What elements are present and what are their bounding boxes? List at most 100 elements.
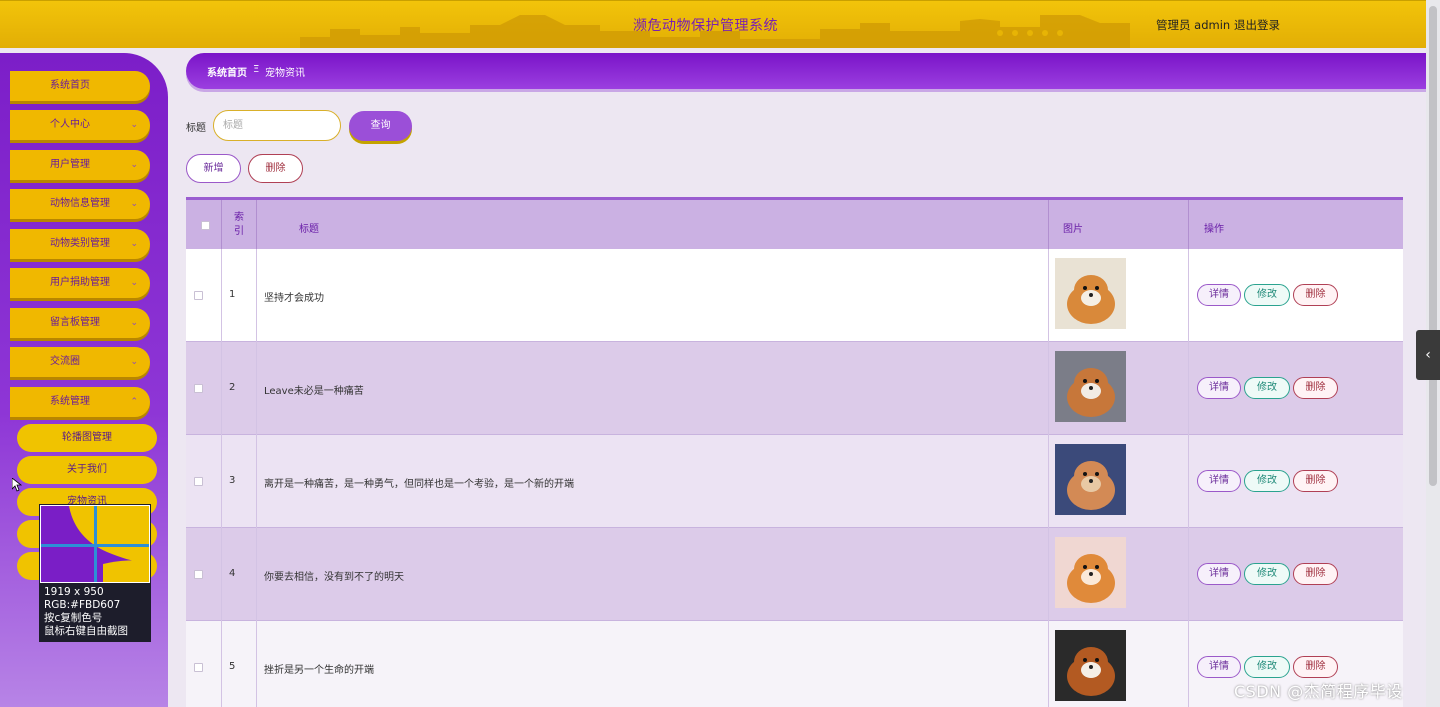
sidebar-item-label: 用户管理: [50, 159, 90, 170]
header-image: 图片: [1049, 200, 1189, 249]
delete-button[interactable]: 删除: [1293, 284, 1338, 306]
search-button[interactable]: 查询: [349, 111, 412, 141]
row-title: 坚持才会成功: [264, 293, 324, 304]
orange-kitten-photo[interactable]: [1055, 537, 1126, 608]
row-select-cell: [186, 342, 222, 435]
detail-button[interactable]: 详情: [1197, 563, 1241, 585]
color-picker-overlay: 1919 x 950 RGB:#FBD607 按c复制色号 鼠标右键自由截图: [39, 504, 151, 642]
sidebar-subitem-0[interactable]: 轮播图管理: [17, 424, 157, 452]
pomeranian-puppy-photo[interactable]: [1055, 258, 1126, 329]
breadcrumb: 系统首页 Ξ 宠物资讯: [186, 53, 1426, 89]
header-image-label: 图片: [1063, 224, 1083, 235]
sidebar-item-label: 动物信息管理: [50, 198, 110, 209]
chevron-down-icon: ⌄: [130, 199, 138, 209]
scrollbar-thumb[interactable]: [1429, 6, 1437, 486]
sidebar-item-3[interactable]: 动物信息管理 ⌄: [10, 189, 150, 219]
detail-button[interactable]: 详情: [1197, 284, 1241, 306]
delete-button[interactable]: 删除: [1293, 470, 1338, 492]
sidebar-item-4[interactable]: 动物类别管理 ⌄: [10, 229, 150, 259]
picker-copy-hint: 按c复制色号: [44, 612, 103, 624]
search-input[interactable]: [213, 110, 341, 141]
table-row: 1 坚持才会成功 详情 修改 删除: [186, 249, 1403, 342]
corgi-puppy-photo[interactable]: [1055, 351, 1126, 422]
row-checkbox[interactable]: [194, 570, 203, 579]
edit-button[interactable]: 修改: [1244, 470, 1290, 492]
sidebar-item-2[interactable]: 用户管理 ⌄: [10, 150, 150, 180]
sidebar-item-0[interactable]: 系统首页: [10, 71, 150, 101]
delete-button[interactable]: 删除: [1293, 563, 1338, 585]
sidebar-item-7[interactable]: 交流圈 ⌄: [10, 347, 150, 377]
sidebar-subitem-1[interactable]: 关于我们: [17, 456, 157, 484]
row-checkbox[interactable]: [194, 663, 203, 672]
row-image-cell: [1049, 621, 1189, 707]
row-image-cell: [1049, 342, 1189, 435]
sidebar-item-label: 个人中心: [50, 119, 90, 130]
sidebar-item-label: 用户捐助管理: [50, 277, 110, 288]
admin-label: 管理员 admin: [1156, 18, 1231, 32]
row-index-cell: 3: [222, 435, 257, 528]
mouse-cursor-icon: [12, 478, 22, 492]
table-row: 2 Leave未必是一种痛苦 详情 修改 删除: [186, 342, 1403, 435]
spaniel-puppy-photo[interactable]: [1055, 630, 1126, 701]
row-title-cell: Leave未必是一种痛苦: [257, 342, 1049, 435]
row-checkbox[interactable]: [194, 477, 203, 486]
edit-button[interactable]: 修改: [1244, 284, 1290, 306]
header-title-label: 标题: [299, 224, 319, 235]
row-select-cell: [186, 435, 222, 528]
row-select-cell: [186, 249, 222, 342]
row-select-cell: [186, 621, 222, 707]
row-title-cell: 你要去相信，没有到不了的明天: [257, 528, 1049, 621]
collapse-panel-chevron-left-icon[interactable]: ‹: [1416, 330, 1440, 380]
batch-delete-button[interactable]: 删除: [248, 154, 303, 183]
detail-button[interactable]: 详情: [1197, 377, 1241, 399]
row-checkbox[interactable]: [194, 291, 203, 300]
edit-button[interactable]: 修改: [1244, 377, 1290, 399]
two-puppies-photo[interactable]: [1055, 444, 1126, 515]
logout-link[interactable]: 退出登录: [1234, 17, 1280, 33]
row-title: 你要去相信，没有到不了的明天: [264, 572, 404, 583]
select-all-checkbox[interactable]: [201, 221, 210, 230]
detail-button[interactable]: 详情: [1197, 656, 1241, 678]
header-index-label: 索引: [234, 212, 244, 237]
sidebar-item-5[interactable]: 用户捐助管理 ⌄: [10, 268, 150, 298]
header-index: 索引: [222, 200, 257, 249]
table-row: 3 离开是一种痛苦，是一种勇气，但同样也是一个考验，是一个新的开端 详情 修改 删除: [186, 435, 1403, 528]
edit-button[interactable]: 修改: [1244, 656, 1290, 678]
detail-button[interactable]: 详情: [1197, 470, 1241, 492]
sidebar-item-8[interactable]: 系统管理 ⌃: [10, 387, 150, 417]
app-title: 濒危动物保护管理系统: [633, 18, 778, 34]
chevron-down-icon: ⌄: [130, 357, 138, 367]
edit-button[interactable]: 修改: [1244, 563, 1290, 585]
row-actions-cell: 详情 修改 删除: [1189, 249, 1403, 342]
chevron-down-icon: ⌄: [130, 278, 138, 288]
delete-button[interactable]: 删除: [1293, 656, 1338, 678]
chevron-down-icon: ⌄: [130, 318, 138, 328]
row-index-cell: 2: [222, 342, 257, 435]
picker-rgb: RGB:#FBD607: [44, 599, 121, 611]
row-checkbox[interactable]: [194, 384, 203, 393]
sidebar-item-6[interactable]: 留言板管理 ⌄: [10, 308, 150, 338]
row-image-cell: [1049, 435, 1189, 528]
sidebar-item-label: 系统首页: [50, 80, 90, 91]
add-button[interactable]: 新增: [186, 154, 241, 183]
sidebar-item-1[interactable]: 个人中心 ⌄: [10, 110, 150, 140]
row-index: 3: [229, 475, 236, 486]
row-select-cell: [186, 528, 222, 621]
chevron-down-icon: ⌄: [130, 160, 138, 170]
row-title: Leave未必是一种痛苦: [264, 386, 364, 397]
news-table: 索引 标题 图片 操作 1 坚持才会成功 详情 修改 删除 2 Leave未必是一种痛苦 详情…: [186, 197, 1403, 707]
table-row: 5 挫折是另一个生命的开端 详情 修改 删除: [186, 621, 1403, 707]
row-title-cell: 坚持才会成功: [257, 249, 1049, 342]
header-actions-label: 操作: [1204, 224, 1224, 235]
picker-size: 1919 x 950: [44, 586, 104, 598]
row-index-cell: 1: [222, 249, 257, 342]
table-row: 4 你要去相信，没有到不了的明天 详情 修改 删除: [186, 528, 1403, 621]
top-header: 濒危动物保护管理系统 管理员 admin 退出登录: [0, 0, 1426, 48]
row-index: 5: [229, 661, 236, 672]
breadcrumb-home[interactable]: 系统首页: [207, 64, 247, 79]
row-actions-cell: 详情 修改 删除: [1189, 528, 1403, 621]
row-image-cell: [1049, 249, 1189, 342]
breadcrumb-current: 宠物资讯: [265, 68, 305, 79]
delete-button[interactable]: 删除: [1293, 377, 1338, 399]
row-title-cell: 挫折是另一个生命的开端: [257, 621, 1049, 707]
